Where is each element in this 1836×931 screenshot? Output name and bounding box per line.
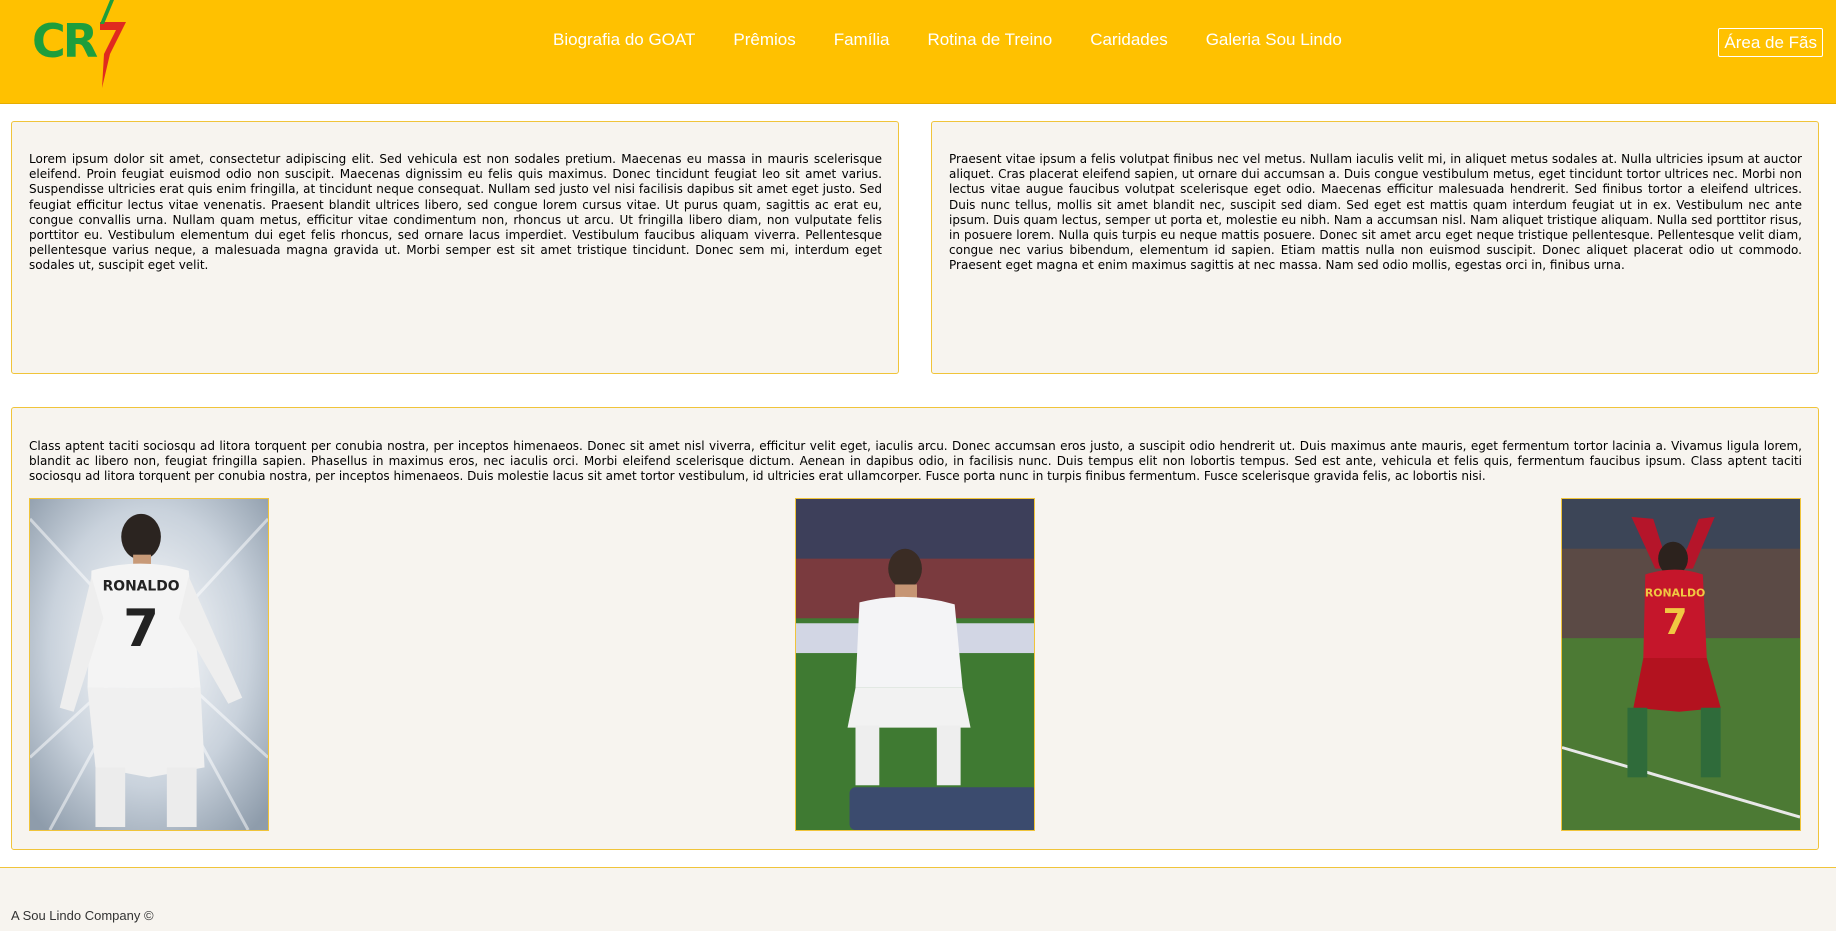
site-footer: A Sou Lindo Company ©: [0, 867, 1836, 931]
paragraph-left: Lorem ipsum dolor sit amet, consectetur …: [29, 152, 882, 273]
text-card-left: Lorem ipsum dolor sit amet, consectetur …: [11, 121, 899, 374]
nav-item-caridades[interactable]: Caridades: [1090, 30, 1168, 50]
fan-area-button[interactable]: Área de Fãs: [1718, 28, 1823, 57]
photo-ronaldo-crouching: [795, 498, 1035, 831]
text-card-right: Praesent vitae ipsum a felis volutpat fi…: [931, 121, 1819, 374]
site-header: CR Biografia do GOAT Prêmios Família Rot…: [0, 0, 1836, 104]
photo-ronaldo-back: RONALDO 7: [29, 498, 269, 831]
nav-item-biografia[interactable]: Biografia do GOAT: [553, 30, 695, 50]
nav-item-premios[interactable]: Prêmios: [733, 30, 795, 50]
photo1-jersey-number: 7: [123, 599, 159, 659]
photo1-jersey-name: RONALDO: [103, 578, 180, 594]
cr7-logo[interactable]: CR: [30, 0, 126, 92]
nav-item-familia[interactable]: Família: [834, 30, 890, 50]
nav-item-rotina-treino[interactable]: Rotina de Treino: [927, 30, 1052, 50]
photo3-jersey-number: 7: [1663, 602, 1688, 643]
footer-copyright: A Sou Lindo Company ©: [11, 908, 154, 923]
photo3-jersey-name: RONALDO: [1645, 586, 1705, 599]
gallery-card: Class aptent taciti sociosqu ad litora t…: [11, 407, 1819, 850]
nav-item-galeria[interactable]: Galeria Sou Lindo: [1206, 30, 1342, 50]
svg-text:CR: CR: [32, 14, 98, 68]
paragraph-right: Praesent vitae ipsum a felis volutpat fi…: [949, 152, 1802, 273]
main-nav: Biografia do GOAT Prêmios Família Rotina…: [553, 30, 1342, 50]
paragraph-gallery: Class aptent taciti sociosqu ad litora t…: [29, 439, 1802, 484]
photo-ronaldo-celebration: RONALDO 7: [1561, 498, 1801, 831]
